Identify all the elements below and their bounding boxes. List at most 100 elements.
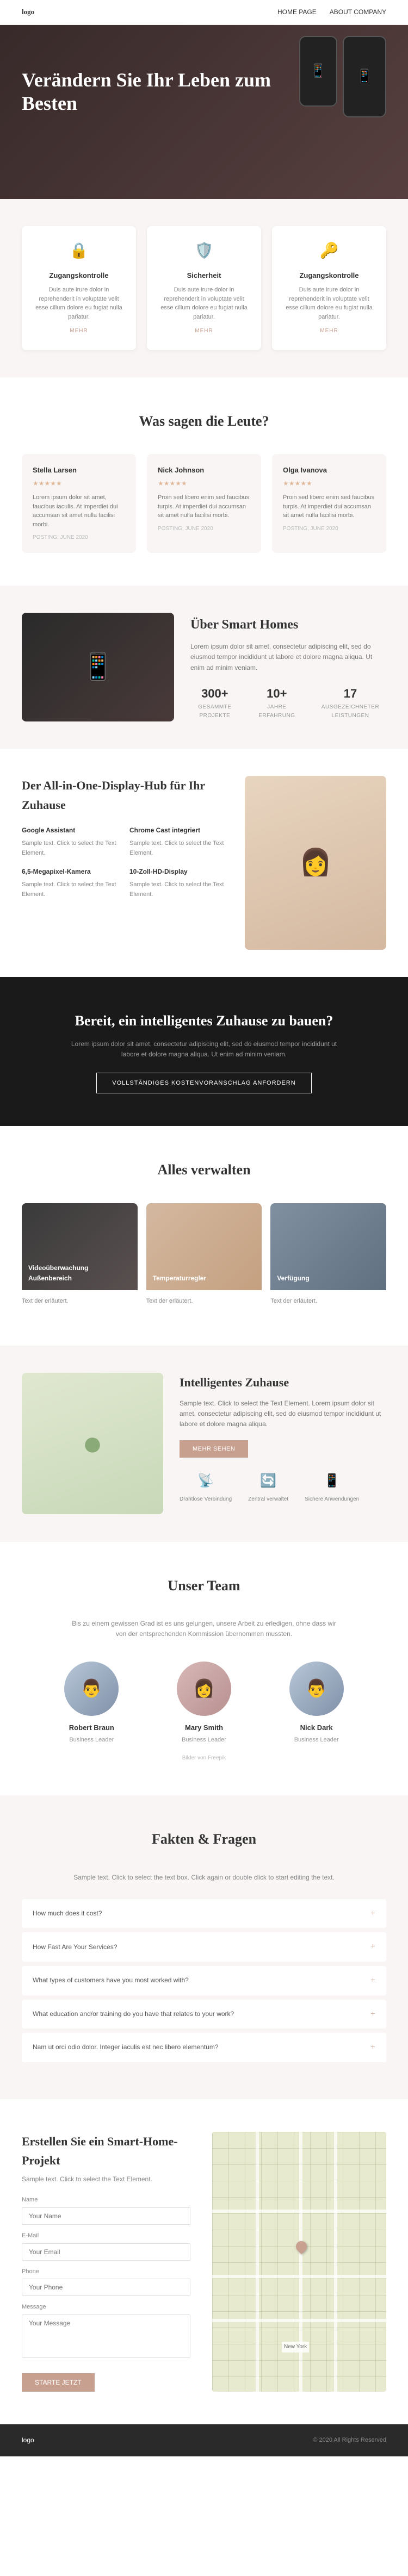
email-field: E-Mail — [22, 2231, 190, 2261]
stat-1: 300+ GESAMMTE PROJEKTE — [190, 684, 239, 720]
team-subtitle: Bis zu einem gewissen Grad ist es uns ge… — [68, 1619, 340, 1639]
team-member-1: 👨 Robert Braun Business Leader — [41, 1662, 143, 1745]
map-road-v2 — [299, 2132, 302, 2392]
photo-credit: Bilder von Freepik — [22, 1754, 386, 1763]
cta-title: Bereit, ein intelligentes Zuhause zu bau… — [22, 1010, 386, 1032]
faq-section: Fakten & Fragen Sample text. Click to se… — [0, 1795, 408, 2099]
stat-3: 17 AUSGEZEICHNETER LEISTUNGEN — [314, 684, 386, 720]
feature-4-title: 10-Zoll-HD-Display — [129, 867, 228, 877]
faq-item-1[interactable]: How much does it cost? + — [22, 1899, 386, 1928]
intelligent-section: ● Intelligentes Zuhause Sample text. Cli… — [0, 1346, 408, 1542]
card-1: 🔒 Zugangskontrolle Duis aute irure dolor… — [22, 226, 136, 350]
footer-logo: logo — [22, 2435, 34, 2446]
icon-feat-2: 🔄 Zentral verwaltet — [248, 1471, 288, 1514]
faq-expand-icon-3: + — [370, 1974, 375, 1988]
phone-mockup-2: 📱 — [343, 36, 386, 117]
stat-2-value: 10+ — [256, 684, 298, 703]
faq-item-4[interactable]: What education and/or training do you ha… — [22, 2000, 386, 2029]
team-member-2-role: Business Leader — [153, 1735, 255, 1745]
message-input[interactable] — [22, 2314, 190, 2358]
email-input[interactable] — [22, 2243, 190, 2261]
manage-card-3-text: Text der erläutert. — [270, 1297, 386, 1306]
manage-card-2-body: Text der erläutert. — [146, 1290, 262, 1313]
testimonial-3-stars: ★★★★★ — [283, 478, 375, 489]
team-grid: 👨 Robert Braun Business Leader 👩 Mary Sm… — [41, 1662, 367, 1745]
card-3-link[interactable]: MEHR — [320, 327, 338, 335]
avatar-robert: 👨 — [64, 1662, 119, 1716]
testimonial-3-name: Olga Ivanova — [283, 465, 375, 476]
testimonials-grid: Stella Larsen ★★★★★ Lorem ipsum dolor si… — [22, 454, 386, 553]
icon-feat-1: 📡 Drahtlose Verbindung — [180, 1471, 232, 1514]
testimonial-1-date: POSTING, JUNE 2020 — [33, 533, 125, 542]
icon-feat-3: 📱 Sichere Anwendungen — [305, 1471, 359, 1514]
smart-homes-title: Über Smart Homes — [190, 614, 386, 635]
all-in-one-content: Der All-in-One-Display-Hub für Ihr Zuhau… — [22, 776, 228, 950]
team-section: Unser Team Bis zu einem gewissen Grad is… — [0, 1542, 408, 1795]
smart-homes-image: 📱 — [22, 613, 174, 721]
central-icon: 🔄 — [248, 1471, 288, 1491]
name-label: Name — [22, 2195, 190, 2205]
faq-question-4: What education and/or training do you ha… — [33, 2009, 234, 2019]
card-1-icon: 🔒 — [33, 239, 125, 264]
team-member-3-name: Nick Dark — [265, 1722, 367, 1734]
faq-expand-icon-4: + — [370, 2007, 375, 2021]
avatar-nick: 👨 — [289, 1662, 344, 1716]
card-1-link[interactable]: MEHR — [70, 327, 88, 335]
testimonial-1-name: Stella Larsen — [33, 465, 125, 476]
feature-2-title: Chrome Cast integriert — [129, 825, 228, 836]
hero-title: Verändern Sie Ihr Leben zum Besten — [22, 69, 294, 115]
phone-input[interactable] — [22, 2279, 190, 2296]
map-road-v3 — [334, 2132, 337, 2392]
card-2: 🛡️ Sicherheit Duis aute irure dolor in r… — [147, 226, 261, 350]
testimonial-3-date: POSTING, JUNE 2020 — [283, 525, 375, 533]
cards-grid: 🔒 Zugangskontrolle Duis aute irure dolor… — [22, 226, 386, 350]
faq-item-5[interactable]: Nam ut orci odio dolor. Integer iaculis … — [22, 2033, 386, 2062]
feature-2: Chrome Cast integriert Sample text. Clic… — [129, 825, 228, 858]
manage-card-2-image: Temperaturregler — [146, 1203, 262, 1290]
manage-card-2: Temperaturregler Text der erläutert. — [146, 1203, 262, 1313]
manage-grid: Videoüberwachung Außenbereich Text der e… — [22, 1203, 386, 1313]
card-1-title: Zugangskontrolle — [33, 270, 125, 282]
contact-form: Erstellen Sie ein Smart-Home-Projekt Sam… — [22, 2132, 190, 2392]
faq-item-3[interactable]: What types of customers have you most wo… — [22, 1966, 386, 1995]
hero-phones: 📱 📱 — [299, 36, 386, 117]
cta-text: Lorem ipsum dolor sit amet, consectetur … — [68, 1039, 340, 1060]
name-input[interactable] — [22, 2207, 190, 2225]
stat-3-label: AUSGEZEICHNETER LEISTUNGEN — [314, 703, 386, 720]
cards-section: 🔒 Zugangskontrolle Duis aute irure dolor… — [0, 199, 408, 377]
contact-title: Erstellen Sie ein Smart-Home-Projekt — [22, 2132, 190, 2170]
testimonial-1-text: Lorem ipsum dolor sit amet, faucibus iac… — [33, 493, 125, 529]
card-2-link[interactable]: MEHR — [195, 327, 213, 335]
intelligent-image: ● — [22, 1373, 163, 1514]
faq-title: Fakten & Fragen — [22, 1828, 386, 1851]
contact-subtitle: Sample text. Click to select the Text El… — [22, 2174, 190, 2185]
manage-card-1-title: Videoüberwachung Außenbereich — [28, 1263, 131, 1284]
hero-content: Verändern Sie Ihr Leben zum Besten — [22, 69, 294, 124]
feature-3-title: 6,5-Megapixel-Kamera — [22, 867, 121, 877]
manage-card-1: Videoüberwachung Außenbereich Text der e… — [22, 1203, 138, 1313]
team-member-3-role: Business Leader — [265, 1735, 367, 1745]
faq-question-3: What types of customers have you most wo… — [33, 1975, 189, 1986]
faq-item-2[interactable]: How Fast Are Your Services? + — [22, 1932, 386, 1962]
card-3-title: Zugangskontrolle — [283, 270, 375, 282]
faq-expand-icon-5: + — [370, 2040, 375, 2055]
card-3: 🔑 Zugangskontrolle Duis aute irure dolor… — [272, 226, 386, 350]
card-2-text: Duis aute irure dolor in reprehenderit i… — [158, 285, 250, 321]
intelligent-content: Intelligentes Zuhause Sample text. Click… — [180, 1373, 386, 1515]
testimonial-1: Stella Larsen ★★★★★ Lorem ipsum dolor si… — [22, 454, 136, 553]
nav-about[interactable]: ABOUT COMPANY — [330, 7, 386, 17]
feature-4: 10-Zoll-HD-Display Sample text. Click to… — [129, 867, 228, 899]
submit-button[interactable]: STARTE JETZT — [22, 2373, 95, 2392]
cta-button[interactable]: VOLLSTÄNDIGES KOSTENVORANSCHLAG ANFORDER… — [96, 1073, 311, 1093]
team-member-1-name: Robert Braun — [41, 1722, 143, 1734]
message-field: Message — [22, 2303, 190, 2362]
mehr-sehen-button[interactable]: MEHR SEHEN — [180, 1440, 248, 1458]
testimonial-2-date: POSTING, JUNE 2020 — [158, 525, 250, 533]
card-1-text: Duis aute irure dolor in reprehenderit i… — [33, 285, 125, 321]
manage-card-3: Verfügung Text der erläutert. — [270, 1203, 386, 1313]
team-member-1-role: Business Leader — [41, 1735, 143, 1745]
feature-grid: Google Assistant Sample text. Click to s… — [22, 825, 228, 900]
nav-home[interactable]: HOME PAGE — [277, 7, 317, 17]
all-in-one-section: Der All-in-One-Display-Hub für Ihr Zuhau… — [0, 749, 408, 977]
message-label: Message — [22, 2303, 190, 2312]
